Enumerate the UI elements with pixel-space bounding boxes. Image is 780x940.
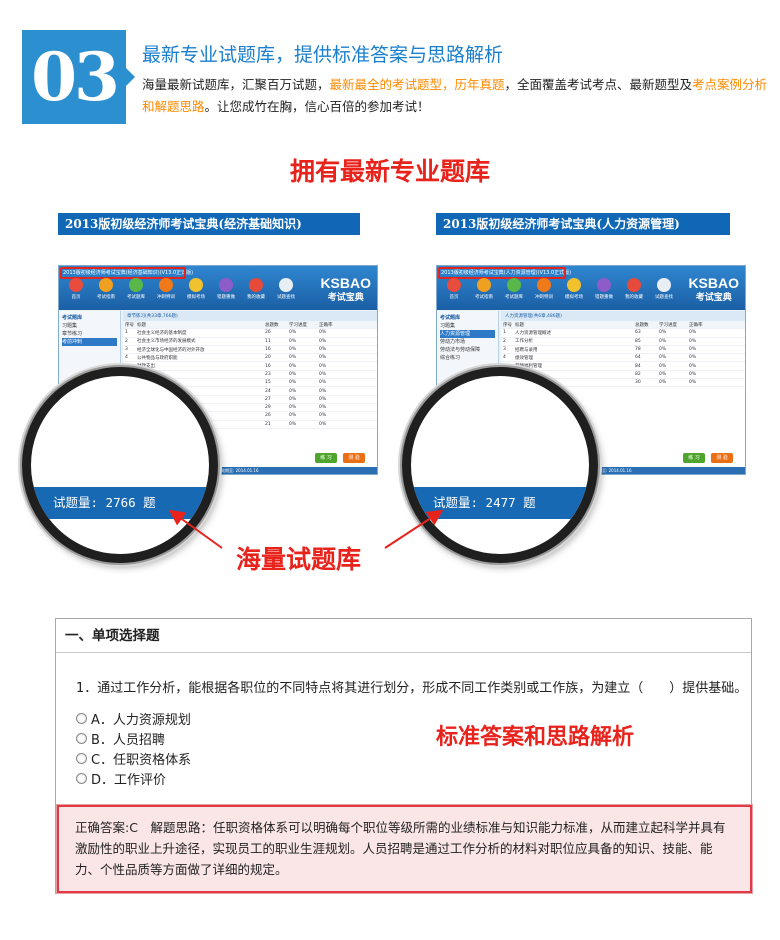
answer-label: 正确答案:C 解题思路： — [75, 820, 213, 835]
option-b[interactable]: B．人员招聘 — [76, 729, 165, 748]
arrow-right — [384, 509, 444, 549]
radio-button[interactable] — [76, 753, 87, 764]
option-a[interactable]: A．人力资源规划 — [76, 709, 191, 728]
arrow-left — [168, 509, 223, 549]
option-c[interactable]: C．任职资格体系 — [76, 749, 191, 768]
radio-button[interactable] — [76, 773, 87, 784]
option-d[interactable]: D．工作评价 — [76, 769, 166, 788]
question-text: 1．通过工作分析，能根据各职位的不同特点将其进行划分，形成不同工作类别或工作族，… — [76, 681, 748, 696]
radio-button[interactable] — [76, 713, 87, 724]
headline-answer: 标准答案和思路解析 — [436, 725, 635, 750]
answer-explanation: 正确答案:C 解题思路：任职资格体系可以明确每个职位等级所需的业绩标准与知识能力… — [56, 804, 753, 894]
radio-button[interactable] — [76, 733, 87, 744]
exam-section-title: 一、单项选择题 — [56, 619, 751, 653]
exam-panel: 一、单项选择题 1．通过工作分析，能根据各职位的不同特点将其进行划分，形成不同工… — [55, 618, 753, 894]
